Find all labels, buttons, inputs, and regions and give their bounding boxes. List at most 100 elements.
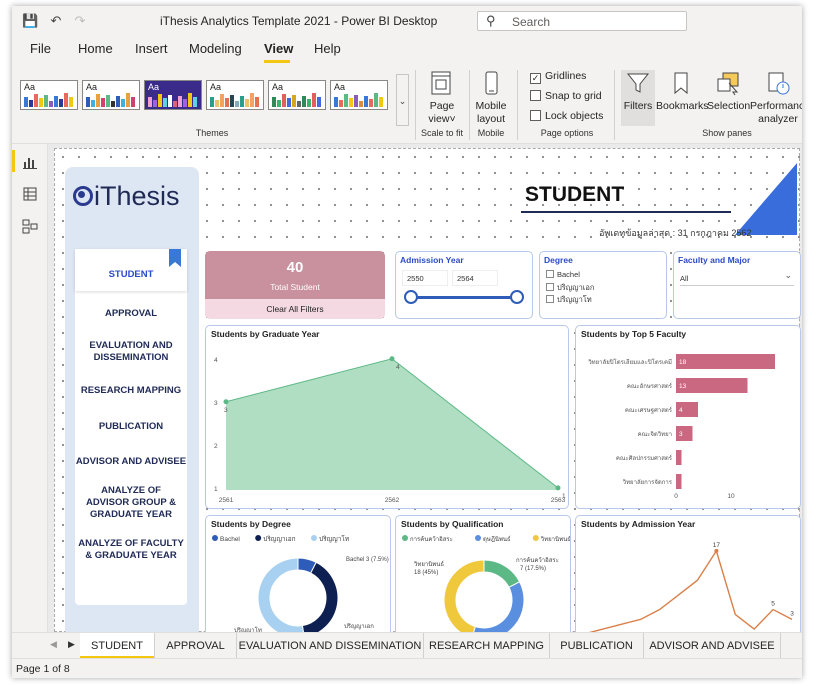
top-faculty-chart[interactable]: Students by Top 5 Faculty วิทยาลัยปิโตรเ…	[575, 325, 801, 509]
tab-advisor-advisee[interactable]: ADVISOR AND ADVISEE	[644, 633, 781, 659]
selection-icon	[717, 72, 739, 96]
nav-faculty-graduate[interactable]: ANALYZE OF FACULTY & GRADUATE YEAR	[75, 538, 187, 562]
tab-publication[interactable]: PUBLICATION	[550, 633, 644, 659]
theme-bar	[369, 99, 373, 107]
data-label: ปริญญาเอก	[344, 623, 374, 630]
page-view-label2: view	[428, 113, 450, 125]
tab-approval[interactable]: APPROVAL	[155, 633, 237, 659]
theme-bar	[44, 95, 48, 107]
menu-view[interactable]: View	[264, 41, 293, 56]
clear-all-filters-button[interactable]: Clear All Filters	[205, 299, 385, 319]
x-tick-label: 10	[727, 493, 735, 500]
theme-swatch[interactable]: Aa	[206, 80, 264, 110]
theme-bars	[24, 93, 74, 107]
snap-to-grid-checkbox[interactable]: Snap to grid	[530, 90, 602, 102]
data-view-icon[interactable]	[22, 186, 38, 202]
selection-button[interactable]: Selection	[707, 70, 750, 113]
range-handle-end[interactable]	[510, 290, 524, 304]
theme-bar	[312, 93, 316, 107]
admission-from-input[interactable]: 2550	[402, 270, 448, 286]
nav-evaluation[interactable]: EVALUATION AND DISSEMINATION	[75, 340, 187, 364]
nav-advisor-group[interactable]: ANALYZE OF ADVISOR GROUP & GRADUATE YEAR	[75, 485, 187, 521]
admission-year-chart[interactable]: Students by Admission Year 17 5 3	[575, 515, 801, 632]
faculty-dropdown[interactable]: All ⌄	[680, 270, 794, 286]
themes-more-button[interactable]: ⌄	[396, 74, 409, 126]
degree-option-phd[interactable]: ปริญญาเอก	[546, 282, 594, 294]
legend-label: วิทยานิพนธ์	[540, 535, 570, 543]
view-switcher-rail	[12, 144, 48, 632]
x-tick-label: 0	[674, 493, 678, 500]
admission-year-slicer: Admission Year 2550 2564	[395, 251, 533, 319]
redo-icon[interactable]: ↷	[72, 13, 88, 29]
data-label: 3	[790, 610, 794, 617]
gridlines-checkbox[interactable]: ✓ Gridlines	[530, 70, 586, 84]
x-tick-label: 2561	[219, 497, 234, 504]
filter-icon	[626, 73, 650, 93]
range-handle-start[interactable]	[404, 290, 418, 304]
theme-swatch[interactable]: Aa	[330, 80, 388, 110]
degree-slicer-title: Degree	[544, 255, 573, 265]
theme-swatch[interactable]: Aa	[144, 80, 202, 110]
data-label: 5	[771, 601, 775, 608]
menu-help[interactable]: Help	[314, 41, 341, 56]
save-icon[interactable]: 💾	[22, 13, 38, 29]
donut-slice	[301, 561, 339, 632]
theme-sample-text: Aa	[334, 82, 346, 92]
data-point	[714, 548, 719, 553]
gridlines-label: Gridlines	[545, 70, 587, 82]
nav-publication[interactable]: PUBLICATION	[75, 421, 187, 433]
total-student-card: 40 Total Student	[205, 251, 385, 299]
theme-bar	[163, 98, 167, 107]
page-view-label1: Page	[429, 100, 455, 112]
theme-bar	[148, 97, 152, 107]
nav-approval[interactable]: APPROVAL	[75, 308, 187, 320]
degree-donut-chart[interactable]: Students by Degree Bachel ปริญญาเอก ปริญญา…	[205, 515, 391, 632]
theme-swatch[interactable]: Aa	[268, 80, 326, 110]
undo-icon[interactable]: ↶	[48, 13, 64, 29]
performance-label1: Performance	[750, 100, 802, 112]
theme-bar	[317, 97, 321, 107]
degree-option-bachel[interactable]: Bachel	[546, 270, 580, 279]
report-view-icon[interactable]	[22, 154, 38, 170]
bar-value: 4	[679, 407, 683, 414]
page-view-button[interactable]: Page view˅	[422, 70, 462, 126]
theme-bar	[111, 101, 115, 107]
tabs-scroll-right-icon[interactable]: ▶	[68, 639, 75, 650]
search-box[interactable]: ⚲ Search	[477, 11, 687, 31]
theme-bar	[245, 99, 249, 107]
qualification-donut-chart[interactable]: Students by Qualification การค้นคว้าอิสร…	[395, 515, 571, 632]
filters-button[interactable]: Filters	[621, 70, 655, 126]
nav-advisor-advisee[interactable]: ADVISOR AND ADVISEE	[75, 456, 187, 468]
mobile-layout-button[interactable]: Mobile layout	[473, 70, 509, 126]
menu-home[interactable]: Home	[78, 41, 113, 56]
nav-research-mapping[interactable]: RESEARCH MAPPING	[75, 385, 187, 397]
donut-slice	[443, 559, 485, 632]
theme-bar	[86, 97, 90, 107]
menu-file[interactable]: File	[30, 41, 51, 56]
tab-student[interactable]: STUDENT	[80, 633, 155, 659]
graduate-year-chart[interactable]: Students by Graduate Year 1 2 3 4 3 4 1 2561 256…	[205, 325, 569, 509]
filters-label: Filters	[623, 100, 653, 112]
bookmarks-button[interactable]: Bookmarks	[656, 70, 709, 113]
tab-research-mapping[interactable]: RESEARCH MAPPING	[424, 633, 550, 659]
degree-option-master[interactable]: ปริญญาโท	[546, 294, 592, 306]
tab-evaluation[interactable]: EVALUATION AND DISSEMINATION	[237, 633, 424, 659]
active-menu-indicator	[264, 60, 290, 63]
theme-swatch[interactable]: Aa	[20, 80, 78, 110]
nav-student[interactable]: STUDENT	[75, 269, 187, 281]
theme-bar	[277, 100, 281, 107]
theme-swatch[interactable]: Aa	[82, 80, 140, 110]
theme-bar	[359, 101, 363, 107]
tabs-scroll-left-icon[interactable]: ◀	[50, 639, 57, 650]
top-faculty-plot: วิทยาลัยปิโตรเลียมและปิโตรเคมี 18 คณะอักษร…	[588, 354, 775, 500]
menu-modeling[interactable]: Modeling	[189, 41, 242, 56]
theme-bar	[240, 96, 244, 107]
theme-bar	[183, 99, 187, 107]
report-canvas-area: iThesis STUDENT APPROVAL EVALUATION AND …	[48, 144, 802, 632]
admission-to-input[interactable]: 2564	[452, 270, 498, 286]
menu-insert[interactable]: Insert	[135, 41, 168, 56]
report-nav: STUDENT APPROVAL EVALUATION AND DISSEMIN…	[75, 249, 187, 605]
model-view-icon[interactable]	[22, 218, 38, 234]
performance-analyzer-button[interactable]: Performance analyzer	[750, 70, 802, 126]
lock-objects-checkbox[interactable]: Lock objects	[530, 110, 603, 122]
